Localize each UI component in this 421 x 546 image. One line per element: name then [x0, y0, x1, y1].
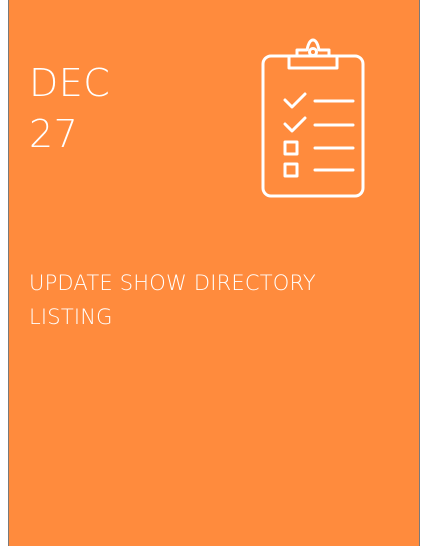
clipboard-checklist-icon — [261, 38, 365, 198]
event-date: DEC 27 — [29, 58, 110, 161]
event-day: 27 — [29, 112, 79, 157]
event-month: DEC — [29, 61, 111, 105]
event-card[interactable]: DEC 27 UPDATE SHOW DIRECTORY LISTING — [8, 0, 420, 546]
event-title: UPDATE SHOW DIRECTORY LISTING — [29, 271, 316, 330]
